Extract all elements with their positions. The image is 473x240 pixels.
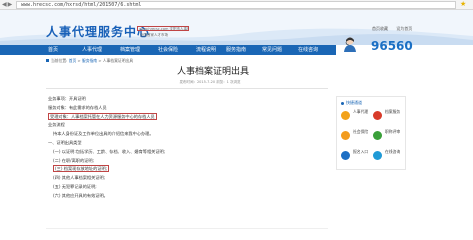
nav-item-social-insurance[interactable]: 社会保险 <box>158 45 178 55</box>
customer-service-avatar-icon <box>344 37 356 52</box>
line-text: (五) 无犯罪记录的证明; <box>53 183 97 189</box>
article-line: (一) 以证明:包括学历、工龄、存档、收入、婚育等相关证明; <box>46 148 328 157</box>
home-icon <box>46 59 49 62</box>
nav-item-process[interactable]: 流程说明 <box>196 45 216 55</box>
site-header: 人事代理服务中心 www.hrecsc.com 沈阳市人事局 全国首家人才市场 … <box>0 10 473 53</box>
article-line: (六) 其他应开具的有效证明。 <box>46 192 328 201</box>
sidebar-item-label: 职称评审 <box>385 129 401 134</box>
title-review-icon <box>373 131 382 140</box>
sidebar-item-archive-service[interactable]: 档案服务 <box>373 109 403 127</box>
line-text: 业务事项：开具证明 <box>48 96 86 101</box>
article-line: (三) 档案现存放地址的证明; <box>46 165 328 174</box>
line-text: (六) 其他应开具的有效证明。 <box>53 192 108 198</box>
line-text: (二) 在职/离职的证明; <box>53 157 94 163</box>
registration-icon <box>341 151 350 160</box>
line-text: 持本人身份证及工作单位出具的介绍信来我中心办理。 <box>53 131 154 137</box>
line-text: (四) 其他人事档案相关证明; <box>53 175 106 181</box>
breadcrumb-separator: > <box>98 58 102 63</box>
bookmark-star-icon[interactable]: ★ <box>460 0 466 9</box>
line-text: 服务对象：有此需求的存档人员 <box>48 104 107 110</box>
title-divider <box>46 88 328 89</box>
nav-item-faq[interactable]: 常见问题 <box>262 45 282 55</box>
sidebar-heading: 快捷通道 <box>341 100 362 105</box>
sidebar-item-personnel-agency[interactable]: 人事代理 <box>341 109 371 127</box>
domain-box: www.hrecsc.com 沈阳市人事局 <box>137 26 189 31</box>
nav-item-service-guide[interactable]: 服务指南 <box>226 45 246 55</box>
sidebar-item-label: 档案服务 <box>385 109 401 114</box>
sidebar-item-social-insurance[interactable]: 社会保险 <box>341 129 371 147</box>
line-text: (一) 以证明:包括学历、工龄、存档、收入、婚育等相关证明; <box>53 148 166 154</box>
hotline-number: 96560 <box>371 39 413 53</box>
page-title: 人事档案证明出具 <box>176 67 249 77</box>
online-consult-icon <box>373 151 382 160</box>
breadcrumb: 当前位置: 首页 > 服务指南 > 人事档案证明出具 <box>46 58 133 63</box>
article-line: (二) 在职/离职的证明; <box>46 157 328 166</box>
nav-item-archive-management[interactable]: 档案管理 <box>120 45 140 55</box>
breadcrumb-prefix: 当前位置: <box>51 58 68 63</box>
line-text: 一、证明出具类型 <box>48 139 82 145</box>
article-line: (四) 其他人事档案相关证明; <box>46 174 328 183</box>
main-nav: 首页 人事代理 档案管理 社会保险 流程说明 服务指南 常见问题 在线咨询 <box>0 45 336 55</box>
url-text: www.hrecsc.com/hxrsd/html/201507/6.shtml <box>21 2 142 8</box>
header-links: 首页收藏 设为首页 <box>372 26 419 31</box>
article-line: 受理对象：人事档案托管在人力资源服务中心的存档人员 <box>46 112 328 122</box>
content-bottom-rule <box>46 228 328 229</box>
sidebar-item-label: 报名入口 <box>353 149 369 154</box>
sidebar-item-online-consult[interactable]: 在线咨询 <box>373 149 403 167</box>
site-title[interactable]: 人事代理服务中心 <box>46 25 150 39</box>
sidebar-item-label: 社会保险 <box>353 129 369 134</box>
nav-item-personnel-agency[interactable]: 人事代理 <box>82 45 102 55</box>
sidebar-heading-text: 快捷通道 <box>346 100 362 105</box>
url-field[interactable]: www.hrecsc.com/hxrsd/html/201507/6.shtml <box>16 1 456 9</box>
article-meta: 发布时间：2015-7-20 浏览：1 次浏览 <box>179 80 241 84</box>
sidebar-item-label: 人事代理 <box>353 109 369 114</box>
breadcrumb-item-current: 人事档案证明出具 <box>102 58 134 63</box>
browser-address-bar: ◀▶ www.hrecsc.com/hxrsd/html/201507/6.sh… <box>0 0 473 10</box>
breadcrumb-item-service-guide[interactable]: 服务指南 <box>82 58 97 63</box>
highlighted-line-text: 受理对象：人事档案托管在人力资源服务中心的存档人员 <box>48 112 157 120</box>
personnel-agency-icon <box>341 111 350 120</box>
sidebar-item-title-review[interactable]: 职称评审 <box>373 129 403 147</box>
line-text: 业务流程 <box>48 122 65 128</box>
article-line: (五) 无犯罪记录的证明; <box>46 183 328 192</box>
set-homepage-link[interactable]: 设为首页 <box>396 26 412 31</box>
sidebar-item-label: 在线咨询 <box>385 149 401 154</box>
back-forward-icon[interactable]: ◀▶ <box>2 1 13 9</box>
nav-item-online-consult[interactable]: 在线咨询 <box>298 45 318 55</box>
bullet-icon <box>341 101 344 105</box>
social-insurance-icon <box>341 131 350 140</box>
article-line: 业务事项：开具证明 <box>46 95 328 104</box>
breadcrumb-separator: > <box>77 58 81 63</box>
article-line: 持本人身份证及工作单位出具的介绍信来我中心办理。 <box>46 130 328 139</box>
archive-service-icon <box>373 111 382 120</box>
site-slogan: 全国首家人才市场 <box>140 33 168 37</box>
nav-item-home[interactable]: 首页 <box>48 45 58 55</box>
article-line: 业务流程 <box>46 121 328 130</box>
bookmark-link[interactable]: 首页收藏 <box>372 26 388 31</box>
article-body: 业务事项：开具证明 服务对象：有此需求的存档人员 受理对象：人事档案托管在人力资… <box>46 95 328 201</box>
breadcrumb-item-home[interactable]: 首页 <box>69 58 77 63</box>
article-line: 一、证明出具类型 <box>46 139 328 148</box>
highlighted-line-text: (三) 档案现存放地址的证明; <box>53 165 110 173</box>
quick-links-sidebar: 快捷通道 人事代理 档案服务 社会保险 职称评审 报名入口 在线咨询 <box>336 96 406 170</box>
sidebar-item-registration[interactable]: 报名入口 <box>341 149 371 167</box>
article-line: 服务对象：有此需求的存档人员 <box>46 104 328 113</box>
